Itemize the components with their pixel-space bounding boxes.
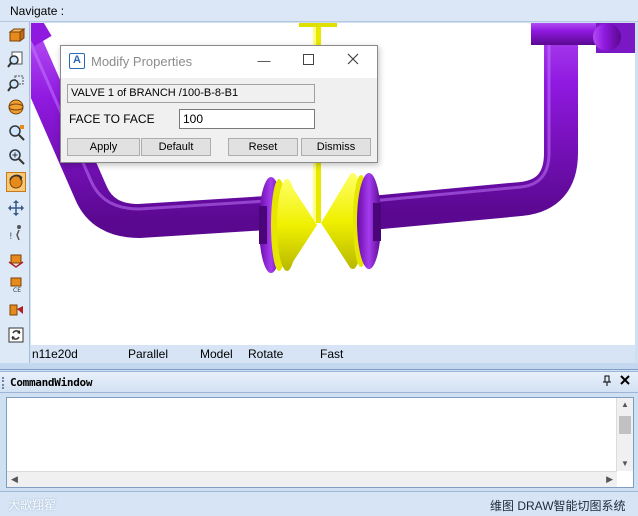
horizontal-scrollbar[interactable]: ◀ ▶ [7, 471, 617, 487]
orbit-box-button[interactable] [6, 25, 26, 45]
command-output-area[interactable]: ▲ ▼ ◀ ▶ [6, 397, 634, 488]
scroll-thumb[interactable] [619, 416, 631, 434]
close-icon[interactable] [619, 374, 633, 388]
walk-icon: ! [9, 225, 21, 242]
zoom-sphere-button[interactable] [6, 97, 26, 117]
model-rotate-button[interactable] [6, 172, 26, 192]
status-view-name: n11e20d [32, 347, 78, 361]
fly-icon [8, 254, 24, 268]
navigate-bar: Navigate : [0, 0, 638, 22]
apply-button[interactable]: Apply [67, 138, 140, 156]
zoom-region-button[interactable] [6, 122, 26, 142]
pin-icon[interactable] [601, 375, 615, 389]
zoom-in-icon [9, 149, 25, 165]
face-to-face-label: FACE TO FACE [69, 112, 155, 126]
status-mode[interactable]: Model [200, 347, 233, 361]
command-window-titlebar[interactable]: CommandWindow [0, 371, 638, 393]
refresh-icon [8, 327, 24, 343]
watermark-left: 大歌翔翟 [8, 498, 57, 512]
watermark-right: 维图 DRAW智能切图系统 [490, 499, 626, 513]
fly-button[interactable] [6, 249, 26, 269]
camera-eye-button[interactable]: CE [6, 274, 26, 294]
vertical-scrollbar[interactable]: ▲ ▼ [616, 398, 633, 471]
zoom-region-icon [9, 125, 25, 141]
clip-icon [9, 304, 23, 316]
scroll-up-icon[interactable]: ▲ [620, 400, 630, 410]
dialog-title: Modify Properties [91, 54, 193, 69]
zoom-document-button[interactable] [6, 49, 26, 69]
refresh-button[interactable] [6, 325, 26, 345]
grip-icon[interactable] [2, 377, 6, 389]
orbit-box-icon [8, 28, 25, 42]
status-action[interactable]: Rotate [248, 347, 283, 361]
valve-left-cone [287, 179, 317, 271]
dialog-titlebar[interactable]: A Modify Properties — [61, 46, 377, 78]
navigate-label: Navigate : [10, 4, 65, 18]
modify-properties-dialog: A Modify Properties — VALVE 1 of BRANCH … [60, 45, 378, 163]
scroll-right-icon[interactable]: ▶ [606, 474, 613, 485]
viewport-status-bar: n11e20d Parallel Model Rotate Fast [31, 345, 635, 363]
element-info-field: VALVE 1 of BRANCH /100-B-8-B1 [67, 84, 315, 103]
status-speed[interactable]: Fast [320, 347, 343, 361]
bottom-status-bar: 大歌翔翟 维图 DRAW智能切图系统 [0, 491, 638, 516]
walk-button[interactable]: ! [6, 223, 26, 243]
zoom-in-button[interactable] [6, 146, 26, 166]
pan-arrows-icon [8, 200, 24, 216]
camera-eye-icon: CE [10, 277, 22, 293]
splitter[interactable] [0, 363, 638, 370]
reset-button[interactable]: Reset [228, 138, 298, 156]
command-window-title: CommandWindow [10, 376, 93, 389]
zoom-box-icon [7, 75, 24, 92]
app-window: Navigate : ! CE n11e20d Parallel Model R… [0, 0, 638, 516]
zoom-sphere-icon [8, 99, 24, 115]
svg-text:CE: CE [13, 287, 21, 293]
zoom-document-icon [7, 51, 23, 68]
dialog-close-icon[interactable] [343, 52, 363, 70]
dismiss-button[interactable]: Dismiss [301, 138, 371, 156]
scroll-left-icon[interactable]: ◀ [11, 474, 18, 485]
face-to-face-input[interactable] [179, 109, 315, 129]
status-projection[interactable]: Parallel [128, 347, 168, 361]
pan-button[interactable] [6, 198, 26, 218]
app-logo-icon: A [69, 53, 85, 69]
default-button[interactable]: Default [141, 138, 211, 156]
model-rotate-icon [9, 174, 23, 189]
minimize-icon[interactable]: — [254, 52, 274, 70]
svg-text:!: ! [9, 232, 13, 242]
maximize-icon[interactable] [298, 52, 318, 70]
navigation-toolbar: ! CE [0, 22, 30, 365]
scroll-down-icon[interactable]: ▼ [620, 459, 630, 469]
zoom-box-button[interactable] [6, 73, 26, 93]
clip-button[interactable] [6, 299, 26, 319]
